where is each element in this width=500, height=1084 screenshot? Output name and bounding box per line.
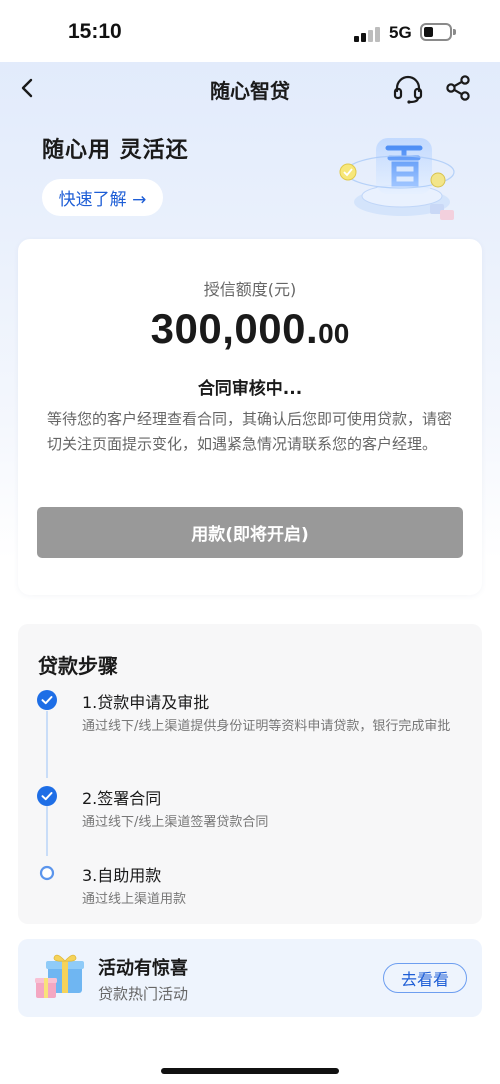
nav-bar: 随心智贷 <box>0 62 500 114</box>
step-description: 通过线下/线上渠道提供身份证明等资料申请贷款，银行完成审批 <box>82 719 451 734</box>
step-description: 通过线上渠道用款 <box>82 892 187 907</box>
promo-subtitle: 贷款热门活动 <box>98 985 189 1003</box>
check-circle-icon <box>37 786 57 806</box>
status-time: 15:10 <box>68 20 122 43</box>
promo-banner[interactable]: 活动有惊喜 贷款热门活动 去看看 <box>18 939 482 1017</box>
promo-title: 活动有惊喜 <box>98 958 188 979</box>
amount-decimal: 00 <box>318 318 350 349</box>
headset-icon[interactable] <box>392 73 424 105</box>
credit-limit-amount: 300,000.00 <box>18 305 482 353</box>
empty-circle-icon <box>39 865 55 881</box>
share-icon[interactable] <box>444 74 472 102</box>
use-loan-button[interactable]: 用款(即将开启) <box>37 507 463 558</box>
step-name: 1.贷款申请及审批 <box>82 693 210 712</box>
page-title: 随心智贷 <box>210 79 290 103</box>
step-description: 通过线下/线上渠道签署贷款合同 <box>82 815 269 830</box>
battery-icon <box>420 23 456 41</box>
home-indicator <box>161 1068 339 1074</box>
go-see-button[interactable]: 去看看 <box>383 963 467 993</box>
step-connector <box>46 711 48 778</box>
credit-card: 授信额度(元) 300,000.00 合同审核中... 等待您的客户经理查看合同… <box>18 239 482 595</box>
signal-icon <box>354 26 382 42</box>
credit-limit-label: 授信额度(元) <box>203 280 297 299</box>
step-name: 2.签署合同 <box>82 789 162 808</box>
step-connector <box>46 806 48 856</box>
loan-steps-title: 贷款步骤 <box>38 654 118 678</box>
quick-learn-button[interactable]: 快速了解 → <box>42 179 163 216</box>
loan-steps-card: 贷款步骤 1.贷款申请及审批 通过线下/线上渠道提供身份证明等资料申请贷款，银行… <box>18 624 482 924</box>
step-name: 3.自助用款 <box>82 866 162 885</box>
check-circle-icon <box>37 690 57 710</box>
hero-slogan: 随心用 灵活还 <box>42 138 189 163</box>
network-type: 5G <box>389 23 412 42</box>
contract-status-description: 等待您的客户经理查看合同，其确认后您即可使用贷款，请密切关注页面提示变化，如遇紧… <box>47 410 453 453</box>
smart-loan-illustration <box>339 138 455 220</box>
status-bar: 15:10 5G <box>0 0 500 62</box>
gift-icon <box>35 954 84 998</box>
amount-integer: 300,000. <box>150 305 319 352</box>
contract-status-title: 合同审核中... <box>197 379 303 399</box>
